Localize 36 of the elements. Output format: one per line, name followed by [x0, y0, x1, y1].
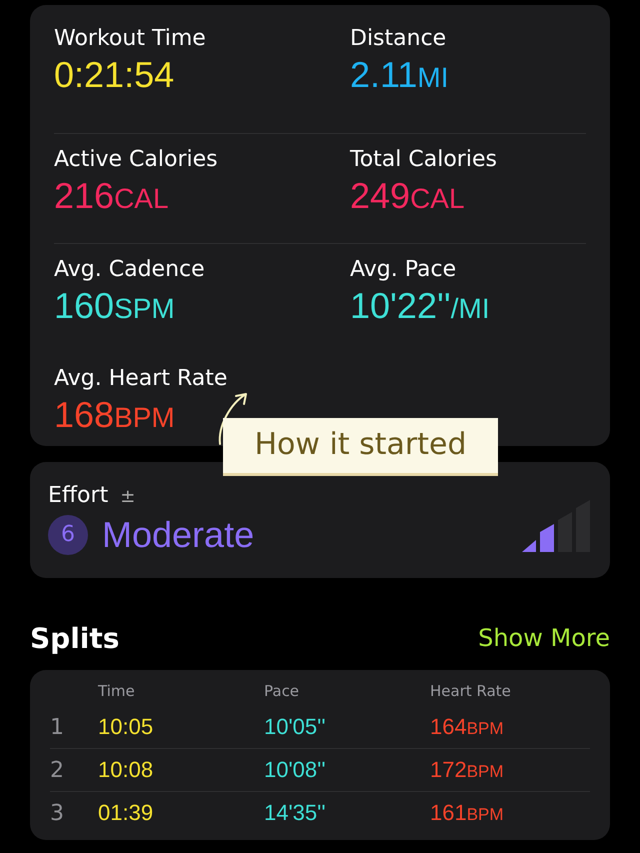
show-more-link[interactable]: Show More — [478, 624, 610, 652]
split-time: 10:08 — [98, 757, 154, 783]
metric-value: 216CAL — [54, 174, 169, 218]
column-header: Pace — [264, 682, 300, 700]
metric-label: Avg. Cadence — [54, 256, 206, 284]
metric-value: 2.11MI — [350, 53, 449, 97]
metric-label: Total Calories — [350, 146, 498, 174]
split-heart-rate: 164BPM — [430, 714, 504, 740]
sticky-note: How it started — [223, 418, 498, 476]
effort-label: Moderate — [102, 514, 256, 556]
split-time: 01:39 — [98, 800, 154, 826]
splits-title: Splits — [30, 622, 120, 654]
adjust-icon[interactable]: ± — [120, 486, 136, 506]
split-number: 1 — [50, 714, 65, 740]
split-pace: 14'35'' — [264, 800, 327, 826]
metric-value: 10'22''/MI — [350, 284, 490, 328]
split-number: 2 — [50, 758, 65, 782]
effort-title: Effort — [48, 482, 108, 510]
split-time: 10:05 — [98, 714, 154, 740]
column-header: Heart Rate — [430, 682, 512, 700]
column-header: Time — [98, 682, 136, 700]
metric-label: Distance — [350, 25, 448, 53]
metric-value: 160SPM — [54, 284, 175, 328]
metric-label: Avg. Pace — [350, 256, 458, 284]
split-pace: 10'05'' — [264, 714, 327, 740]
metric-value: 168BPM — [54, 393, 175, 437]
split-number: 3 — [50, 800, 65, 826]
metric-value: 0:21:54 — [54, 53, 174, 97]
split-heart-rate: 172BPM — [430, 757, 504, 783]
metric-label: Avg. Heart Rate — [54, 365, 228, 393]
metric-label: Active Calories — [54, 146, 219, 174]
effort-score: 6 — [48, 515, 88, 555]
split-heart-rate: 161BPM — [430, 800, 504, 826]
metric-value: 249CAL — [350, 174, 465, 218]
metric-label: Workout Time — [54, 25, 207, 53]
split-pace: 10'08'' — [264, 757, 327, 783]
